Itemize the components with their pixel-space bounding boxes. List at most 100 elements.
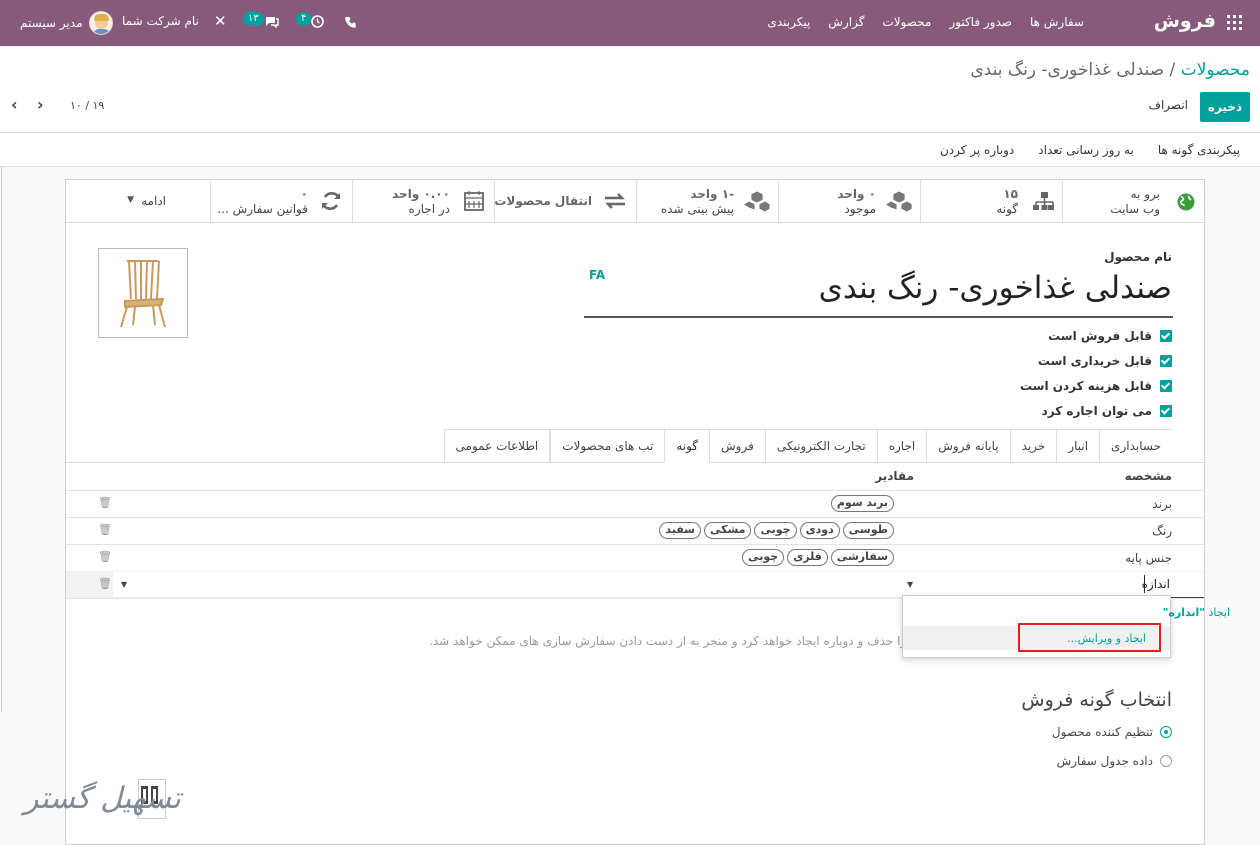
debug-tools-icon[interactable]: ✕ <box>214 12 227 30</box>
radio-button[interactable] <box>1160 755 1172 767</box>
breadcrumb: محصولات / صندلی غذاخوری- رنگ بندی <box>970 60 1250 80</box>
tab-variants[interactable]: گونه <box>664 429 709 463</box>
check-can-be-rented[interactable]: می توان اجاره کرد <box>1020 398 1172 423</box>
phone-icon[interactable] <box>345 16 357 28</box>
trash-icon[interactable]: 🗑 <box>98 577 112 590</box>
avatar <box>88 11 113 35</box>
more-label: ادامه <box>141 194 166 208</box>
column-header-values[interactable]: مقادیر <box>875 469 914 483</box>
caret-down-icon[interactable]: ▼ <box>121 580 127 589</box>
smart-button-line2: در اجاره <box>408 202 450 216</box>
checkbox[interactable] <box>1160 354 1172 367</box>
product-image[interactable] <box>98 248 188 338</box>
attribute-values[interactable]: سفید مشکی چوبی دودی طوسی <box>659 522 894 539</box>
attribute-name[interactable]: رنگ <box>1152 524 1172 538</box>
main-menu: سفارش ها صدور فاکتور محصولات گزارش پیکرب… <box>767 15 1084 29</box>
smart-button-reordering[interactable]: ۰ قوانین سفارش ... <box>210 180 352 222</box>
pager-previous-icon[interactable]: ‹ <box>11 95 18 114</box>
column-header-attribute[interactable]: مشخصه <box>1125 469 1172 483</box>
divider <box>66 517 1204 518</box>
radio-order-grid[interactable]: داده جدول سفارش <box>1057 754 1172 768</box>
user-menu[interactable]: مدیر سیستم <box>20 11 113 35</box>
chair-image <box>120 260 166 328</box>
messages-badge: ۱۳ <box>243 12 264 26</box>
tab-pos[interactable]: پایانه فروش <box>926 429 1010 463</box>
attribute-values[interactable]: برند سوم <box>830 495 894 512</box>
trash-icon[interactable]: 🗑 <box>98 523 112 536</box>
section-title: انتخاب گونه فروش <box>1021 689 1172 711</box>
create-option[interactable]: ایجاد "اندازه" <box>1163 606 1230 619</box>
tab-accounting[interactable]: حسابداری <box>1099 429 1172 463</box>
smart-button-line2: قوانین سفارش ... <box>217 202 308 216</box>
globe-icon <box>1177 193 1195 211</box>
attribute-name[interactable]: برند <box>1152 497 1172 511</box>
menu-configuration[interactable]: پیکربندی <box>767 15 810 29</box>
smart-button-line1: انتقال محصولات <box>494 194 592 208</box>
cubes-icon <box>886 190 912 212</box>
trash-icon[interactable]: 🗑 <box>98 496 112 509</box>
product-name-label: نام محصول <box>1104 250 1172 264</box>
trash-icon[interactable]: 🗑 <box>98 550 112 563</box>
pager-value[interactable]: ۱۰ / ۱۹ <box>70 99 104 112</box>
menu-invoicing[interactable]: صدور فاکتور <box>949 15 1012 29</box>
radio-label: تنظیم کننده محصول <box>1051 725 1153 739</box>
save-button[interactable]: ذخیره <box>1200 92 1250 122</box>
replenish-button[interactable]: دوباره پر کردن <box>940 143 1014 157</box>
divider <box>0 132 1260 133</box>
tab-product-tabs[interactable]: تب های محصولات <box>550 429 665 463</box>
value-tag: دودی <box>799 522 840 539</box>
smart-button-on-hand[interactable]: ۰ واحد موجود <box>778 180 920 222</box>
product-name-input[interactable]: صندلی غذاخوری- رنگ بندی <box>819 270 1172 306</box>
checkbox-label: می توان اجاره کرد <box>1041 403 1152 418</box>
more-button[interactable]: ادامه ▼ <box>70 180 210 222</box>
language-button[interactable]: FA <box>589 268 605 282</box>
breadcrumb-parent[interactable]: محصولات <box>1181 60 1250 80</box>
activities-button[interactable]: ۴ <box>296 0 330 46</box>
check-can-be-purchased[interactable]: قابل خریداری است <box>1020 348 1172 373</box>
radio-product-configurator[interactable]: تنظیم کننده محصول <box>1052 725 1172 739</box>
values-input[interactable] <box>113 572 903 597</box>
header-actions: پیکربندی گونه ها به روز رسانی تعداد دوبا… <box>940 143 1240 157</box>
smart-button-line2: پیش بینی شده <box>660 202 734 216</box>
checkbox[interactable] <box>1160 329 1172 342</box>
discard-button[interactable]: انصراف <box>1149 98 1188 112</box>
tab-sales[interactable]: فروش <box>709 429 765 463</box>
radio-button[interactable] <box>1160 726 1172 738</box>
caret-down-icon[interactable]: ▼ <box>907 580 913 589</box>
checkbox[interactable] <box>1160 379 1172 392</box>
smart-button-website[interactable]: برو به وب سایت <box>1062 180 1204 222</box>
value-tag: چوبی <box>742 549 785 566</box>
smart-button-variants[interactable]: ۱۵ گونه <box>920 180 1062 222</box>
warning-text: ها را حذف و دوباره ایجاد خواهد کرد و منج… <box>429 634 920 648</box>
divider <box>1 167 2 712</box>
messages-button[interactable]: ۱۳ <box>243 0 283 46</box>
value-tag: سفارشی <box>830 549 894 566</box>
input-underline <box>584 316 1173 318</box>
smart-button-line1: ۰ <box>300 187 308 201</box>
refresh-icon <box>321 192 341 210</box>
update-quantity-button[interactable]: به روز رسانی تعداد <box>1038 143 1134 157</box>
tab-purchase[interactable]: خرید <box>1009 429 1057 463</box>
tab-rental[interactable]: اجاره <box>876 429 927 463</box>
attribute-name[interactable]: جنس پایه <box>1125 551 1172 565</box>
menu-reporting[interactable]: گزارش <box>828 15 864 29</box>
smart-button-forecasted[interactable]: -۱ واحد پیش بینی شده <box>636 180 778 222</box>
apps-menu-icon[interactable] <box>1227 15 1242 30</box>
checkbox[interactable] <box>1160 404 1172 417</box>
radio-label: داده جدول سفارش <box>1056 754 1153 768</box>
check-can-be-expensed[interactable]: قابل هزینه کردن است <box>1020 373 1172 398</box>
check-can-be-sold[interactable]: قابل فروش است <box>1020 323 1172 348</box>
pager-next-icon[interactable]: › <box>37 95 44 114</box>
checkbox-label: قابل خریداری است <box>1037 353 1152 368</box>
configure-variants-button[interactable]: پیکربندی گونه ها <box>1158 143 1240 157</box>
tab-inventory[interactable]: انبار <box>1056 429 1100 463</box>
tab-general-info[interactable]: اطلاعات عمومی <box>443 429 551 463</box>
tab-ecommerce[interactable]: تجارت الکترونیکی <box>764 429 877 463</box>
menu-products[interactable]: محصولات <box>882 15 931 29</box>
smart-button-rental[interactable]: ۰.۰۰ واحد در اجاره <box>352 180 494 222</box>
attribute-values[interactable]: چوبی فلزی سفارشی <box>742 549 894 566</box>
company-switcher[interactable]: نام شرکت شما <box>122 14 199 28</box>
smart-button-moves[interactable]: انتقال محصولات <box>494 180 636 222</box>
menu-orders[interactable]: سفارش ها <box>1030 15 1084 29</box>
smart-button-line1: -۱ واحد <box>690 187 734 201</box>
